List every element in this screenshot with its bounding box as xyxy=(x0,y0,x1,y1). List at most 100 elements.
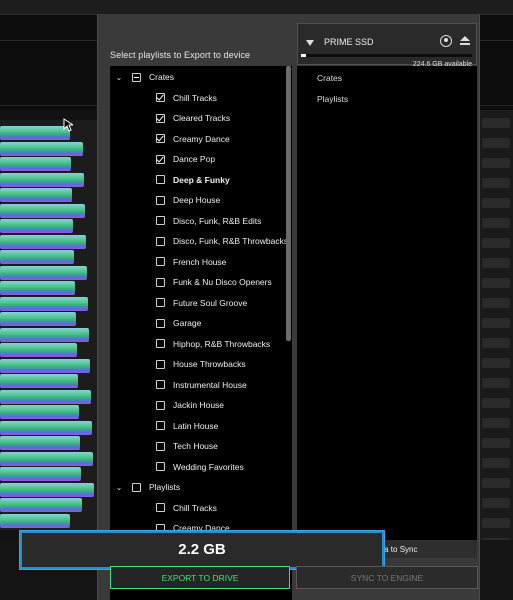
tree-item-row[interactable]: Chill Tracks xyxy=(156,499,217,517)
tree-item-row[interactable]: Jackin House xyxy=(156,396,224,414)
checkbox[interactable] xyxy=(156,175,165,184)
tree-item-row[interactable]: Garage xyxy=(156,314,201,332)
waveform-thumbnail xyxy=(0,203,85,218)
tree-item-row[interactable]: Tech House xyxy=(156,437,218,455)
waveform-thumbnail xyxy=(0,265,87,280)
checkbox[interactable] xyxy=(132,482,141,492)
tree-item-row[interactable]: Disco, Funk, R&B Edits xyxy=(156,212,261,230)
eject-icon[interactable] xyxy=(460,36,470,46)
background-cell xyxy=(482,258,510,268)
checkbox[interactable] xyxy=(156,134,165,143)
tree-item-label: Wedding Favorites xyxy=(173,461,244,472)
checkbox[interactable] xyxy=(156,380,165,389)
tree-item-row[interactable]: Future Soul Groove xyxy=(156,294,247,312)
waveform-thumbnail xyxy=(0,172,84,187)
tree-item-label: Disco, Funk, R&B Throwbacks xyxy=(173,236,289,246)
checkbox[interactable] xyxy=(156,113,165,123)
checkbox[interactable] xyxy=(156,400,165,410)
tree-item-label: House Throwbacks xyxy=(173,359,246,369)
device-selector[interactable]: PRIME SSD 224.6 GB available xyxy=(297,23,477,68)
tree-item-row[interactable]: Cleared Tracks xyxy=(156,109,230,127)
tree-item-label: Latin House xyxy=(173,420,219,431)
checkbox[interactable] xyxy=(156,257,165,266)
export-dialog: Select playlists to Export to device PRI… xyxy=(97,14,480,600)
tree-item-label: Instrumental House xyxy=(173,379,247,390)
checkbox[interactable] xyxy=(156,216,165,225)
waveform-thumbnail xyxy=(0,358,90,373)
background-cell xyxy=(482,418,510,428)
waveform-thumbnail xyxy=(0,234,86,249)
device-item-crates[interactable]: Crates xyxy=(317,73,342,83)
tree-item-row[interactable]: Hiphop, R&B Throwbacks xyxy=(156,335,270,353)
storage-usage-fill xyxy=(301,54,307,57)
tree-item-label: Garage xyxy=(173,318,202,328)
background-cell xyxy=(482,178,510,188)
tree-item-row[interactable]: Instrumental House xyxy=(156,376,247,394)
device-name: PRIME SSD xyxy=(324,37,374,47)
tree-item-row[interactable]: Deep House xyxy=(156,191,220,209)
playlist-tree[interactable]: ⌄ Crates Chill Tracks Cleared Tracks Creamy … xyxy=(110,66,292,600)
device-item-playlists[interactable]: Playlists xyxy=(317,94,348,104)
checkbox[interactable] xyxy=(132,72,141,82)
tree-item-row[interactable]: Creamy Dance xyxy=(156,130,230,148)
checkbox[interactable] xyxy=(156,298,165,307)
background-cell xyxy=(482,158,510,168)
tree-item-label: Tech House xyxy=(173,441,218,451)
background-top-strip xyxy=(0,0,513,15)
background-cell xyxy=(482,118,510,128)
waveform-thumbnail xyxy=(0,343,77,357)
waveform-thumbnail xyxy=(0,188,72,202)
tree-item-label: Disco, Funk, R&B Edits xyxy=(173,215,262,226)
background-cell xyxy=(482,278,510,288)
checkbox[interactable] xyxy=(156,318,165,328)
tree-item-label: Chill Tracks xyxy=(173,92,217,103)
tree-item-row[interactable]: Disco, Funk, R&B Throwbacks xyxy=(156,232,288,250)
tree-item-label: Creamy Dance xyxy=(173,133,230,144)
checkbox[interactable] xyxy=(156,154,165,164)
waveform-thumbnail xyxy=(0,157,71,171)
chevron-down-icon[interactable]: ⌄ xyxy=(114,73,124,82)
tree-item-row[interactable]: Funk & Nu Disco Openers xyxy=(156,273,272,291)
checkbox[interactable] xyxy=(156,339,165,348)
dropdown-triangle-icon[interactable] xyxy=(306,40,314,46)
checkbox[interactable] xyxy=(156,503,165,512)
background-cell xyxy=(482,458,510,468)
tree-group-row[interactable]: ⌄ Playlists xyxy=(114,478,181,496)
export-to-drive-button[interactable]: EXPORT TO DRIVE xyxy=(110,566,290,589)
tree-item-row[interactable]: French House xyxy=(156,253,226,271)
tree-item-row[interactable]: Deep & Funky xyxy=(156,171,230,189)
tree-item-row[interactable]: Dance Pop xyxy=(156,150,215,168)
checkbox[interactable] xyxy=(156,277,165,287)
background-cell xyxy=(482,318,510,328)
background-cell xyxy=(482,138,510,148)
background-cell xyxy=(482,498,510,508)
checkbox[interactable] xyxy=(156,359,165,369)
tree-item-row[interactable]: Wedding Favorites xyxy=(156,458,244,476)
tree-item-row[interactable]: Latin House xyxy=(156,417,218,435)
waveform-thumbnail xyxy=(0,141,83,156)
chevron-down-icon[interactable]: ⌄ xyxy=(114,483,124,492)
tree-scrollbar[interactable] xyxy=(286,66,291,341)
device-contents-panel: Crates Playlists xyxy=(297,66,477,544)
user-profile-icon[interactable] xyxy=(440,35,452,47)
waveform-thumbnail xyxy=(0,498,82,512)
checkbox[interactable] xyxy=(156,462,165,471)
waveform-thumbnail xyxy=(0,374,78,388)
checkbox[interactable] xyxy=(156,441,165,451)
waveform-thumbnail xyxy=(0,281,75,295)
checkbox[interactable] xyxy=(156,421,165,430)
storage-usage-bar xyxy=(301,54,472,57)
tree-group-row[interactable]: ⌄ Crates xyxy=(114,68,174,86)
sync-to-engine-button[interactable]: SYNC TO ENGINE xyxy=(296,566,478,589)
background-cell xyxy=(482,298,510,308)
background-cell xyxy=(482,398,510,408)
background-cell xyxy=(482,238,510,248)
checkbox[interactable] xyxy=(156,236,165,246)
background-cell xyxy=(482,378,510,388)
checkbox[interactable] xyxy=(156,93,165,102)
tree-item-row[interactable]: House Throwbacks xyxy=(156,355,246,373)
waveform-thumbnail xyxy=(0,467,81,481)
checkbox[interactable] xyxy=(156,195,165,205)
tree-item-row[interactable]: Chill Tracks xyxy=(156,89,217,107)
background-cell xyxy=(482,338,510,348)
